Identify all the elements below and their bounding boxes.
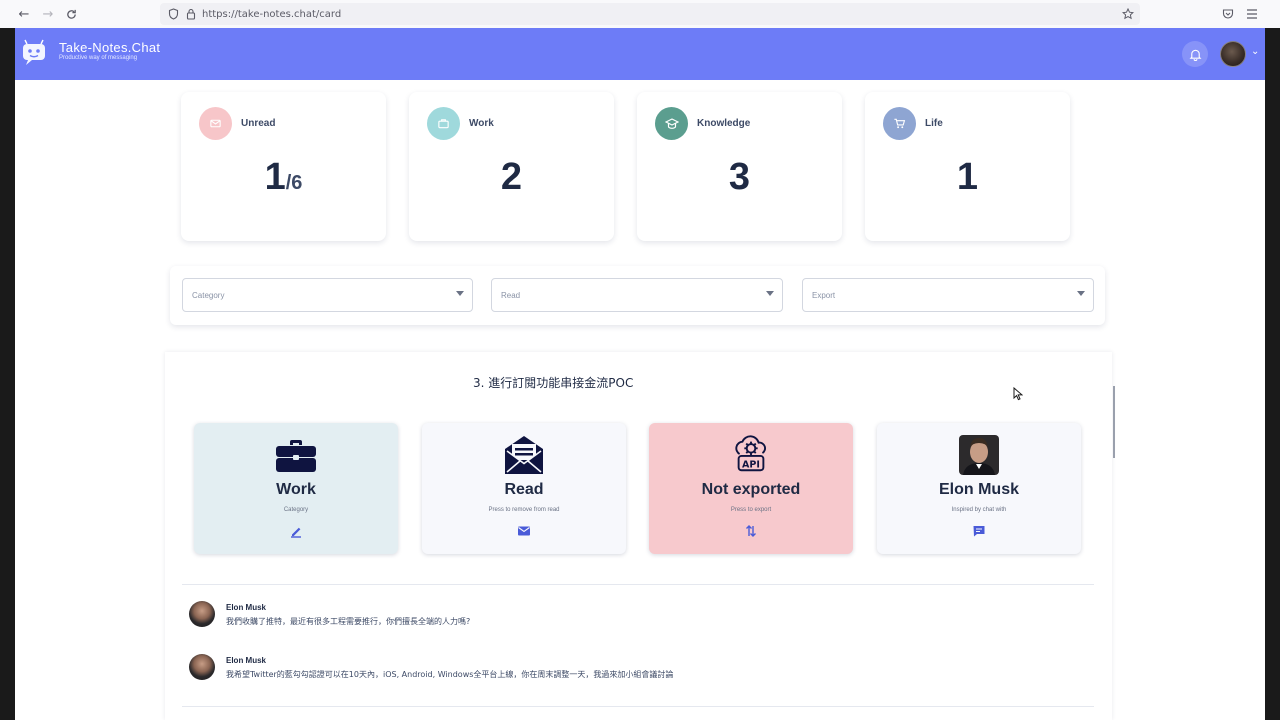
category-card[interactable]: Work Category [194, 423, 398, 554]
shield-icon[interactable] [166, 7, 180, 21]
window-frame-right [1265, 28, 1280, 720]
lock-icon[interactable] [184, 7, 198, 21]
stat-value: 3 [728, 156, 751, 198]
avatar[interactable] [189, 601, 215, 627]
stat-total: /6 [285, 172, 303, 194]
message-text: 我們收購了推特，最近有很多工程需要推行，你們擅長全端的人力嗎? [226, 617, 471, 626]
stat-label: Work [469, 118, 494, 129]
read-select[interactable]: Read [491, 278, 783, 312]
graduation-cap-icon [655, 107, 688, 140]
stat-label: Unread [241, 118, 276, 129]
stat-card-knowledge[interactable]: Knowledge 3 [637, 92, 842, 241]
stat-label: Knowledge [697, 118, 751, 129]
note-text: 3. 進行訂閱功能串接金流POC [473, 376, 634, 390]
chat-icon[interactable] [971, 523, 987, 539]
mail-icon[interactable] [516, 523, 532, 539]
user-avatar[interactable] [1220, 41, 1246, 67]
export-select[interactable]: Export [802, 278, 1094, 312]
avatar[interactable] [189, 654, 215, 680]
pocket-icon[interactable] [1220, 6, 1236, 22]
caret-down-icon [1077, 291, 1085, 296]
forward-icon[interactable]: → [36, 0, 60, 28]
message-author: Elon Musk [226, 656, 267, 665]
caret-down-icon [456, 291, 464, 296]
stat-value: 1/6 [181, 156, 386, 199]
action-subtitle: Press to export [730, 507, 772, 513]
caret-down-icon [766, 291, 774, 296]
briefcase-icon [276, 435, 316, 475]
hamburger-menu-icon[interactable] [1244, 6, 1260, 22]
window-frame-left [0, 28, 15, 720]
browser-toolbar: ← → https://take-notes.chat/card [0, 0, 1280, 28]
note-card: 3. 進行訂閱功能串接金流POC Work Category Read Pres… [165, 352, 1112, 720]
chat-bot-logo-icon[interactable] [21, 38, 47, 66]
url-text[interactable]: https://take-notes.chat/card [202, 9, 341, 20]
svg-text:API: API [742, 459, 760, 470]
stat-card-work[interactable]: Work 2 [409, 92, 614, 241]
brand-tagline: Productive way of messaging [59, 55, 138, 61]
reload-icon[interactable] [59, 0, 83, 28]
stat-card-unread[interactable]: Unread 1/6 [181, 92, 386, 241]
edit-icon[interactable] [288, 523, 304, 539]
stat-label: Life [925, 118, 943, 129]
envelope-open-icon [504, 435, 544, 475]
filter-bar: Category Read Export [170, 266, 1105, 325]
category-select[interactable]: Category [182, 278, 473, 312]
action-subtitle: Press to remove from read [488, 507, 560, 513]
action-subtitle: Category [283, 507, 309, 513]
stat-value: 2 [500, 156, 523, 198]
api-cloud-icon: API [731, 435, 771, 475]
select-placeholder: Category [192, 291, 225, 300]
stat-count: 1 [264, 156, 286, 198]
cart-icon [883, 107, 916, 140]
mouse-cursor-icon [1013, 386, 1024, 401]
stat-card-life[interactable]: Life 1 [865, 92, 1070, 241]
address-bar[interactable]: https://take-notes.chat/card [160, 3, 1140, 25]
export-status-card[interactable]: API Not exported Press to export [649, 423, 853, 554]
action-title: Work [276, 481, 316, 498]
message-text: 我希望Twitter的藍勾勾認證可以在10天內，iOS, Android, Wi… [226, 670, 674, 679]
back-icon[interactable]: ← [12, 0, 36, 28]
inspired-by-card[interactable]: Elon Musk Inspired by chat with [877, 423, 1081, 554]
chevron-down-icon[interactable]: ⌄ [1251, 46, 1259, 57]
action-title: Not exported [701, 481, 801, 498]
scrollbar-thumb[interactable] [1113, 386, 1115, 458]
stat-value: 1 [956, 156, 979, 198]
read-status-card[interactable]: Read Press to remove from read [422, 423, 626, 554]
divider [182, 584, 1094, 585]
select-placeholder: Read [501, 291, 521, 300]
bookmark-star-icon[interactable] [1120, 6, 1136, 22]
mail-icon [199, 107, 232, 140]
select-placeholder: Export [812, 291, 836, 300]
transfer-icon[interactable] [743, 523, 759, 539]
action-title: Elon Musk [938, 481, 1019, 498]
notification-bell-icon[interactable] [1182, 41, 1208, 67]
brand-name[interactable]: Take-Notes.Chat [59, 40, 160, 55]
elon-musk-avatar [959, 435, 999, 475]
divider [182, 706, 1094, 707]
app-header: Take-Notes.Chat Productive way of messag… [15, 28, 1265, 80]
action-title: Read [504, 481, 544, 498]
action-subtitle: Inspired by chat with [951, 507, 1007, 513]
message-author: Elon Musk [226, 603, 267, 612]
briefcase-icon [427, 107, 460, 140]
